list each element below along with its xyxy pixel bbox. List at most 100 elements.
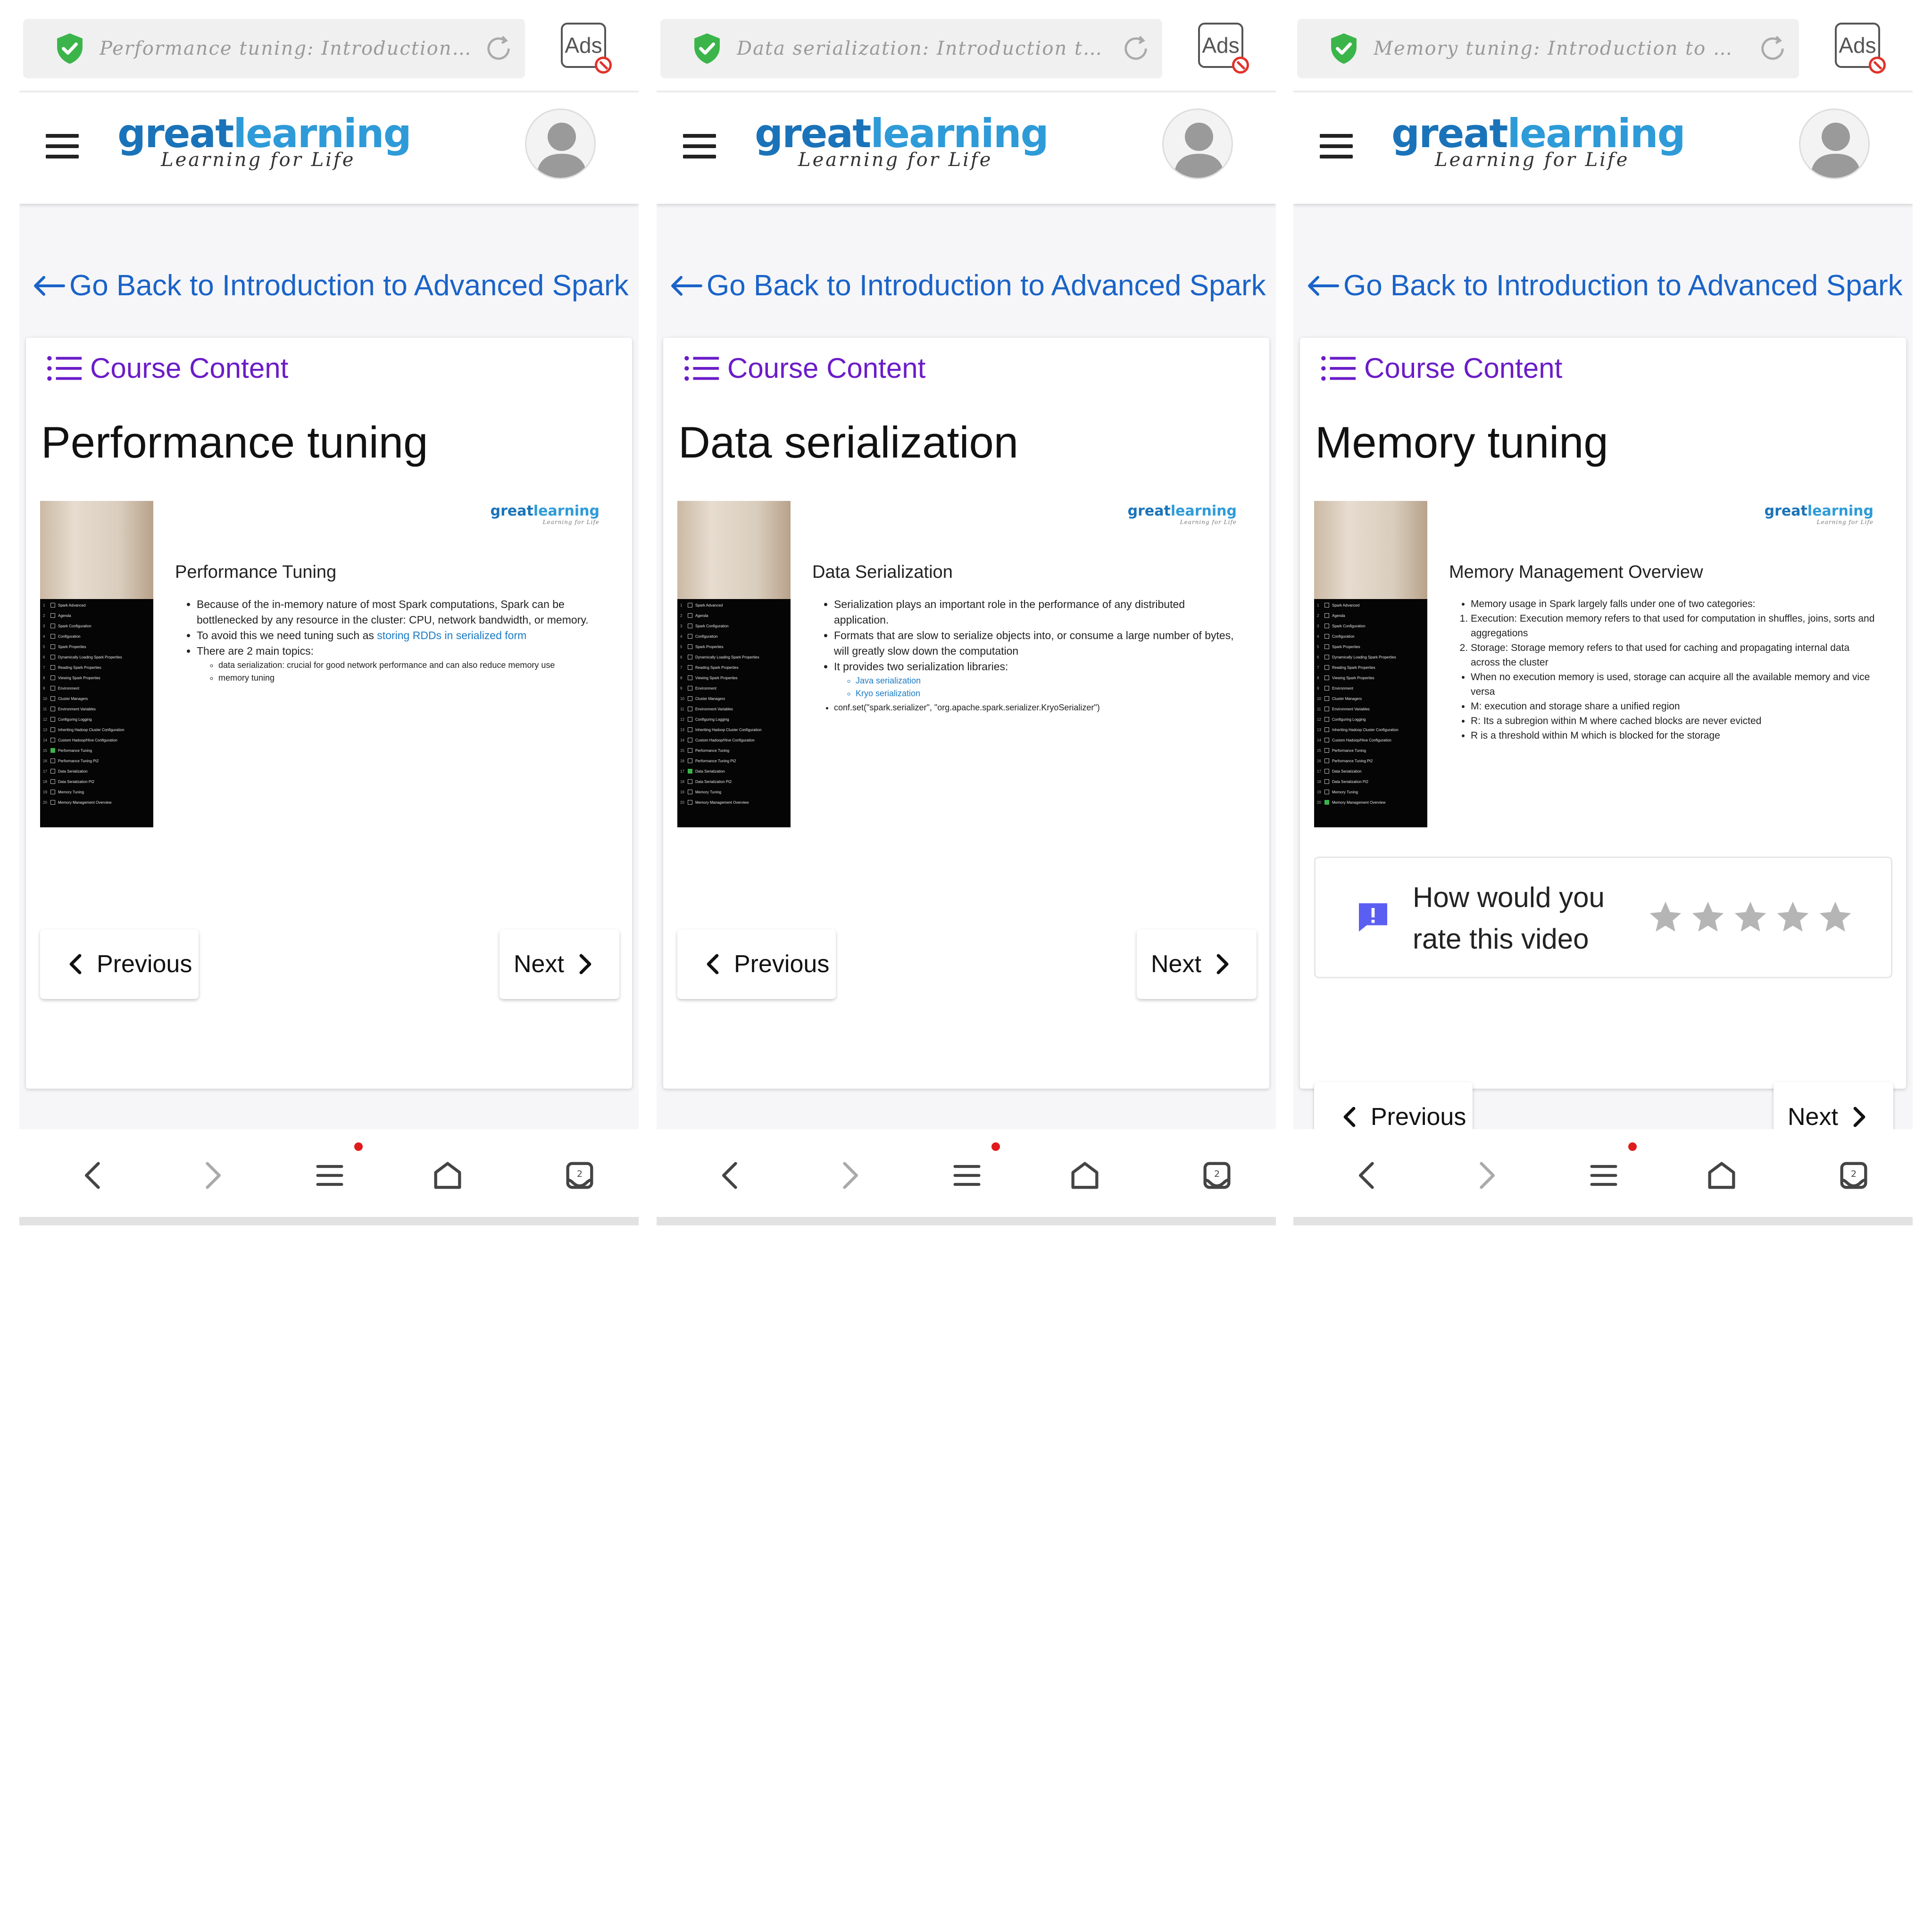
star-icon[interactable]: [1774, 899, 1812, 936]
star-icon[interactable]: [1732, 899, 1769, 936]
nav-menu-icon[interactable]: [949, 1158, 985, 1193]
nav-home-icon[interactable]: [1067, 1158, 1103, 1193]
toc-item: 16 Performance Tuning Pt2: [1317, 758, 1373, 763]
back-link[interactable]: Go Back to Introduction to Advanced Spar…: [669, 269, 1266, 302]
next-button[interactable]: Next: [500, 929, 619, 999]
slide-bullet: Because of the in-memory nature of most …: [197, 597, 604, 628]
ads-block-button[interactable]: Ads: [561, 23, 612, 74]
toc-item: 10 Cluster Managers: [43, 696, 88, 701]
shield-check-icon: [691, 32, 723, 65]
toc-item: 3 Spark Configuration: [43, 624, 92, 628]
back-link-label: Go Back to Introduction to Advanced Spar…: [1343, 269, 1903, 302]
address-text[interactable]: Memory tuning: Introduction to Advan...: [1374, 38, 1746, 59]
slide-bullet: conf.set("spark.serializer", "org.apache…: [834, 700, 1241, 716]
greatlearning-logo[interactable]: greatlearning Learning for Life: [117, 112, 412, 171]
toc-item: 17 Data Serialization: [1317, 769, 1362, 774]
video-player[interactable]: 1 Spark Advanced 2 Agenda 3 Spark Configurati…: [677, 501, 1257, 827]
video-player[interactable]: 1 Spark Advanced 2 Agenda 3 Spark Configurati…: [1314, 501, 1894, 827]
address-bar[interactable]: Data serialization: Introduction to A...: [660, 19, 1162, 78]
divider: [19, 1217, 639, 1225]
toc-item: 6 Dynamically Loading Spark Properties: [43, 655, 122, 659]
avatar-icon: [526, 110, 596, 179]
avatar[interactable]: [525, 108, 596, 179]
reload-icon[interactable]: [1757, 33, 1788, 64]
address-bar[interactable]: Memory tuning: Introduction to Advan...: [1297, 19, 1799, 78]
hamburger-icon[interactable]: [1320, 134, 1353, 158]
star-icon[interactable]: [1816, 899, 1854, 936]
toc-item: 3 Spark Configuration: [1317, 624, 1366, 628]
nav-home-icon[interactable]: [430, 1158, 466, 1193]
hamburger-icon[interactable]: [683, 134, 716, 158]
nav-home-icon[interactable]: [1704, 1158, 1740, 1193]
rating-prompt: How would you rate this video: [1314, 857, 1892, 978]
star-rating[interactable]: [1647, 899, 1859, 936]
greatlearning-logo[interactable]: greatlearning Learning for Life: [755, 112, 1049, 171]
site-header: greatlearning Learning for Life: [657, 92, 1276, 204]
toc-item: 11 Environment Variables: [680, 707, 733, 711]
toc-item: 20 Memory Management Overview: [1317, 800, 1386, 805]
nav-tabs-icon[interactable]: [1199, 1158, 1235, 1193]
hamburger-icon[interactable]: [46, 134, 79, 158]
toc-item: 1 Spark Advanced: [1317, 603, 1360, 608]
video-player[interactable]: 1 Spark Advanced 2 Agenda 3 Spark Configurati…: [40, 501, 620, 827]
greatlearning-logo[interactable]: greatlearning Learning for Life: [1391, 112, 1686, 171]
avatar[interactable]: [1799, 108, 1870, 179]
slide-toc: 1 Spark Advanced 2 Agenda 3 Spark Configurati…: [1317, 600, 1425, 808]
slide-bullet: R: Its a subregion within M where cached…: [1471, 714, 1878, 728]
slide-bullet: There are 2 main topics: data serializat…: [197, 643, 604, 684]
phone-screen-memory-tuning: Memory tuning: Introduction to Advan... …: [1293, 0, 1913, 1225]
reload-icon[interactable]: [483, 33, 514, 64]
video-logo: greatlearning Learning for Life: [1127, 503, 1237, 526]
ads-block-button[interactable]: Ads: [1835, 23, 1886, 74]
nav-back-icon[interactable]: [713, 1158, 749, 1193]
course-content-link[interactable]: Course Content: [1321, 352, 1562, 384]
nav-forward-icon[interactable]: [831, 1158, 867, 1193]
back-arrow-icon: [1306, 275, 1340, 297]
shield-check-icon: [54, 32, 85, 65]
nav-tabs-icon[interactable]: [1836, 1158, 1872, 1193]
star-icon[interactable]: [1647, 899, 1684, 936]
back-link[interactable]: Go Back to Introduction to Advanced Spar…: [1306, 269, 1903, 302]
previous-button[interactable]: Previous: [40, 929, 199, 999]
presenter-image: [40, 501, 153, 599]
toc-item: 14 Custom Hadoop/Hive Configuration: [680, 738, 755, 742]
nav-forward-icon[interactable]: [194, 1158, 230, 1193]
toc-item: 4 Configuration: [680, 634, 718, 639]
toc-item: 17 Data Serialization: [43, 769, 88, 774]
page-title: Performance tuning: [41, 417, 428, 467]
nav-forward-icon[interactable]: [1468, 1158, 1504, 1193]
course-content-label: Course Content: [727, 352, 926, 384]
course-content-link[interactable]: Course Content: [684, 352, 925, 384]
avatar[interactable]: [1162, 108, 1233, 179]
back-link[interactable]: Go Back to Introduction to Advanced Spar…: [32, 269, 629, 302]
notification-dot: [1628, 1142, 1637, 1151]
previous-label: Previous: [734, 950, 830, 978]
toc-item: 7 Reading Spark Properties: [680, 665, 739, 670]
address-text[interactable]: Performance tuning: Introduction to A...: [100, 38, 472, 59]
nav-tabs-icon[interactable]: [562, 1158, 598, 1193]
previous-button[interactable]: Previous: [677, 929, 836, 999]
reload-icon[interactable]: [1121, 33, 1151, 64]
toc-item: 16 Performance Tuning Pt2: [43, 758, 99, 763]
next-button[interactable]: Next: [1137, 929, 1257, 999]
slide-title: Performance Tuning: [175, 562, 337, 582]
toc-item: 14 Custom Hadoop/Hive Configuration: [1317, 738, 1391, 742]
nav-menu-icon[interactable]: [312, 1158, 348, 1193]
divider: [1293, 1217, 1913, 1225]
nav-back-icon[interactable]: [76, 1158, 112, 1193]
toc-item: 8 Viewing Spark Properties: [680, 675, 738, 680]
notification-dot: [354, 1142, 363, 1151]
ads-block-button[interactable]: Ads: [1198, 23, 1249, 74]
star-icon[interactable]: [1689, 899, 1727, 936]
address-bar[interactable]: Performance tuning: Introduction to A...: [23, 19, 525, 78]
toc-item: 18 Data Serialization Pt2: [43, 779, 94, 784]
course-content-link[interactable]: Course Content: [47, 352, 288, 384]
previous-label: Previous: [97, 950, 192, 978]
slide-numbered-item: Storage: Storage memory refers to that u…: [1471, 641, 1878, 670]
nav-back-icon[interactable]: [1350, 1158, 1386, 1193]
address-text[interactable]: Data serialization: Introduction to A...: [737, 38, 1109, 59]
slide-bullet: R is a threshold within M which is block…: [1471, 728, 1878, 743]
toc-item: 16 Performance Tuning Pt2: [680, 758, 736, 763]
feedback-icon: [1354, 899, 1392, 936]
nav-menu-icon[interactable]: [1586, 1158, 1622, 1193]
